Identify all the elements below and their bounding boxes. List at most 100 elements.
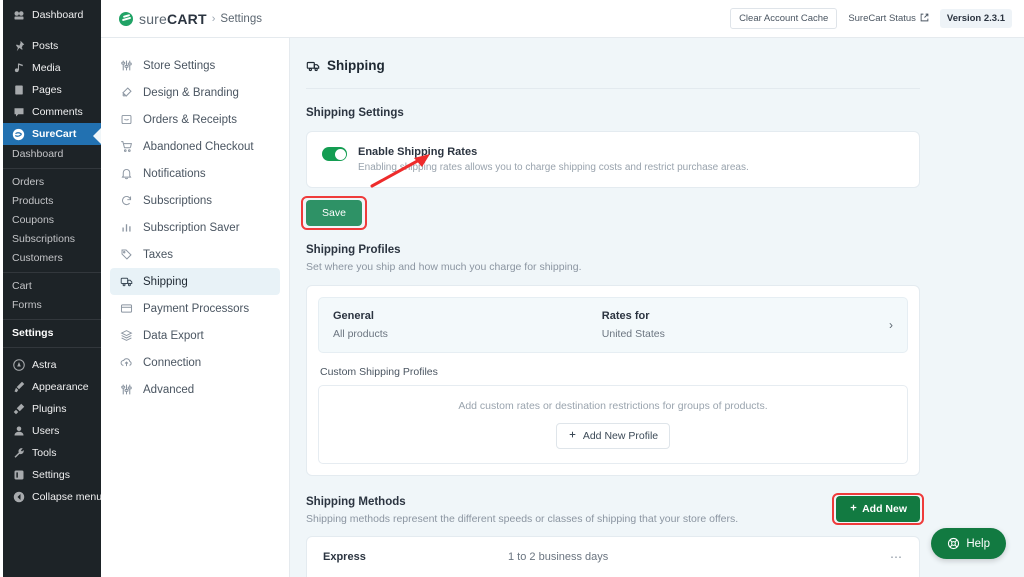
version-badge: Version 2.3.1 — [939, 9, 1012, 28]
wp-menu-appearance[interactable]: Appearance — [3, 376, 101, 398]
wp-menu-pages[interactable]: Pages — [3, 79, 101, 101]
page-title-text: Shipping — [327, 58, 385, 73]
wp-menu-surecart[interactable]: SureCart — [3, 123, 101, 145]
enable-shipping-description: Enabling shipping rates allows you to ch… — [358, 162, 749, 173]
enable-shipping-text: Enable Shipping Rates Enabling shipping … — [358, 146, 749, 173]
divider — [3, 347, 101, 348]
bell-icon — [119, 167, 133, 181]
app-topbar: sureCART › Settings Clear Account Cache … — [101, 0, 1024, 38]
method-days: 1 to 2 business days — [508, 551, 609, 563]
shipping-methods-heading: Shipping Methods — [306, 496, 406, 508]
divider — [3, 272, 101, 273]
breadcrumb-separator: › — [211, 12, 216, 25]
wp-submenu-customers[interactable]: Customers — [3, 249, 101, 268]
wp-submenu-coupons[interactable]: Coupons — [3, 211, 101, 230]
custom-shipping-profiles-label: Custom Shipping Profiles — [320, 366, 438, 378]
sidebar-item-orders-receipts[interactable]: Orders & Receipts — [110, 106, 280, 133]
sidebar-item-advanced[interactable]: Advanced — [110, 376, 280, 403]
shipping-profiles-card: General All products Rates for United St… — [306, 285, 920, 476]
shipping-profiles-subheading: Set where you ship and how much you char… — [306, 261, 582, 273]
sidebar-item-abandoned-checkout[interactable]: Abandoned Checkout — [110, 133, 280, 160]
enable-shipping-label: Enable Shipping Rates — [358, 146, 478, 158]
wp-menu-label: Settings — [32, 469, 70, 481]
sidebar-item-label: Payment Processors — [143, 302, 250, 315]
help-button[interactable]: Help — [931, 528, 1006, 559]
general-profile-row[interactable]: General All products Rates for United St… — [318, 297, 908, 353]
breadcrumb[interactable]: Settings — [220, 13, 262, 25]
wp-menu-collapse[interactable]: Collapse menu — [3, 486, 102, 508]
topbar-actions: Clear Account Cache SureCart Status Vers… — [730, 8, 1012, 29]
add-new-profile-button[interactable]: Add New Profile — [555, 423, 671, 449]
chevron-right-icon[interactable]: › — [889, 318, 893, 332]
sidebar-item-payment-processors[interactable]: Payment Processors — [110, 295, 280, 322]
sidebar-item-shipping[interactable]: Shipping — [110, 268, 280, 295]
users-icon — [12, 425, 25, 438]
wp-menu-dashboard[interactable]: Dashboard — [3, 4, 101, 26]
table-row[interactable]: Express 1 to 2 business days ⋯ — [307, 537, 919, 577]
wp-submenu-orders[interactable]: Orders — [3, 173, 101, 192]
divider — [306, 88, 920, 89]
general-profile-scope: All products — [333, 328, 388, 340]
sidebar-item-taxes[interactable]: Taxes — [110, 241, 280, 268]
shipping-settings-heading: Shipping Settings — [306, 107, 404, 119]
surecart-status-label: SureCart Status — [848, 13, 916, 24]
wp-menu-label: Media — [32, 62, 61, 74]
sidebar-item-label: Data Export — [143, 329, 204, 342]
wp-submenu-cart[interactable]: Cart — [3, 277, 101, 296]
brush-tag-icon — [119, 86, 133, 100]
sidebar-item-label: Abandoned Checkout — [143, 140, 254, 153]
wp-submenu-settings[interactable]: Settings — [3, 324, 101, 343]
sidebar-item-subscriptions[interactable]: Subscriptions — [110, 187, 280, 214]
ellipsis-icon[interactable]: ⋯ — [890, 550, 903, 564]
shipping-methods-header: Shipping Methods Shipping methods repres… — [306, 493, 924, 525]
sliders-icon — [119, 59, 133, 73]
wp-menu-astra[interactable]: Astra — [3, 354, 101, 376]
wp-menu-label: Tools — [32, 447, 57, 459]
wp-menu-users[interactable]: Users — [3, 420, 101, 442]
wp-menu-posts[interactable]: Posts — [3, 35, 101, 57]
wp-submenu-forms[interactable]: Forms — [3, 296, 101, 315]
comments-icon — [12, 106, 25, 119]
wp-menu-plugins[interactable]: Plugins — [3, 398, 101, 420]
divider — [3, 319, 101, 320]
sidebar-item-design-branding[interactable]: Design & Branding — [110, 79, 280, 106]
media-icon — [12, 62, 25, 75]
sidebar-item-label: Advanced — [143, 383, 195, 396]
wp-submenu-products[interactable]: Products — [3, 192, 101, 211]
general-profile-info: General All products — [333, 310, 602, 340]
wp-submenu-dashboard[interactable]: Dashboard — [3, 145, 101, 164]
main-area: sureCART › Settings Clear Account Cache … — [101, 0, 1024, 577]
collapse-icon — [12, 491, 25, 504]
wp-menu-settings[interactable]: Settings — [3, 464, 101, 486]
add-new-method-button[interactable]: Add New — [836, 496, 920, 522]
tag-icon — [119, 248, 133, 262]
sidebar-item-label: Shipping — [143, 275, 188, 288]
wrench-icon — [12, 447, 25, 460]
sidebar-item-label: Store Settings — [143, 59, 216, 72]
surecart-icon — [12, 128, 25, 141]
sidebar-item-data-export[interactable]: Data Export — [110, 322, 280, 349]
surecart-status-link[interactable]: SureCart Status — [848, 13, 929, 25]
sidebar-item-label: Design & Branding — [143, 86, 239, 99]
wp-menu-label: Dashboard — [32, 9, 84, 21]
sidebar-item-label: Connection — [143, 356, 202, 369]
shipping-methods-subheading: Shipping methods represent the different… — [306, 513, 739, 525]
sidebar-item-subscription-saver[interactable]: Subscription Saver — [110, 214, 280, 241]
plus-icon — [568, 430, 577, 442]
clear-account-cache-button[interactable]: Clear Account Cache — [730, 8, 838, 29]
rates-for-label: Rates for — [601, 310, 650, 322]
brand[interactable]: sureCART — [119, 11, 207, 27]
brand-cart: CART — [167, 10, 207, 27]
wp-submenu-subscriptions[interactable]: Subscriptions — [3, 230, 101, 249]
wp-menu-media[interactable]: Media — [3, 57, 101, 79]
custom-profiles-empty-text: Add custom rates or destination restrict… — [458, 400, 768, 412]
sidebar-item-store-settings[interactable]: Store Settings — [110, 52, 280, 79]
enable-shipping-rates-toggle[interactable] — [322, 147, 347, 161]
shipping-methods-list: Express 1 to 2 business days ⋯ Standard … — [306, 536, 920, 577]
sidebar-item-notifications[interactable]: Notifications — [110, 160, 280, 187]
save-button[interactable]: Save — [306, 200, 362, 226]
wp-menu-comments[interactable]: Comments — [3, 101, 101, 123]
wp-menu-tools[interactable]: Tools — [3, 442, 101, 464]
sidebar-item-connection[interactable]: Connection — [110, 349, 280, 376]
